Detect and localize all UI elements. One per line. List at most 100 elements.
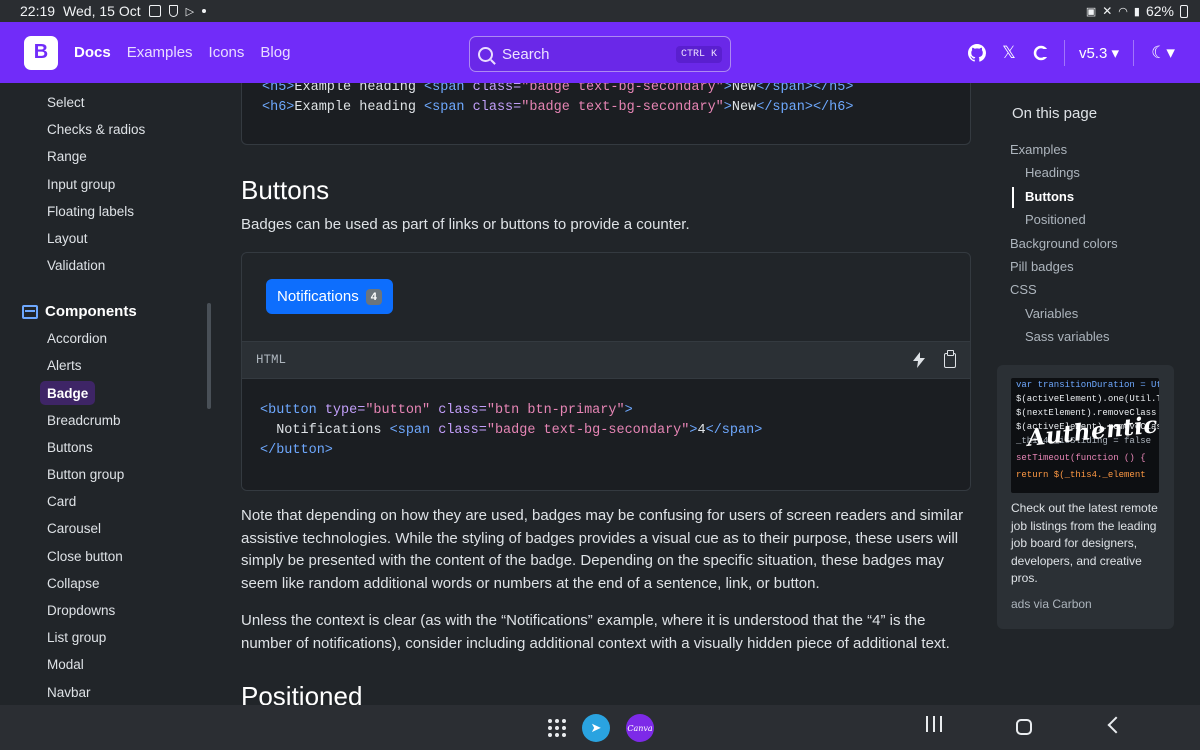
example-code: <button type="button" class="btn btn-pri…	[242, 379, 970, 490]
ad-text[interactable]: Check out the latest remote job listings…	[1011, 500, 1163, 588]
code-line-3: </button>	[260, 443, 333, 458]
navbar: B Docs Examples Icons Blog Search CTRL K…	[0, 22, 1200, 83]
mute-icon: ✕	[1102, 4, 1113, 18]
notifications-badge: 4	[365, 288, 382, 305]
sidebar-item-dropdowns[interactable]: Dropdowns	[40, 598, 122, 622]
main-content: <h5>Example heading <span class="badge t…	[241, 83, 971, 705]
toc-link-variables[interactable]: Variables	[1025, 306, 1078, 321]
sidebar-item-card[interactable]: Card	[40, 489, 83, 513]
ad-code-line: setTimeout(function () {	[1016, 453, 1146, 463]
toc-link-sass-variables[interactable]: Sass variables	[1025, 329, 1110, 344]
ad-code-line: return $(_this4._element	[1016, 470, 1146, 480]
sidebar-item-accordion[interactable]: Accordion	[40, 326, 114, 350]
toc-link-pill-badges[interactable]: Pill badges	[1010, 259, 1074, 274]
canva-icon[interactable]: Canva	[626, 714, 654, 742]
ad-code-line: $(activeElement).one(Util.TRAN	[1016, 394, 1159, 404]
status-date: Wed, 15 Oct	[63, 3, 141, 19]
notifications-button[interactable]: Notifications 4	[266, 279, 393, 314]
nav-link-examples[interactable]: Examples	[127, 44, 193, 61]
sidebar-item-validation[interactable]: Validation	[40, 253, 112, 277]
home-button[interactable]	[1016, 719, 1032, 735]
opencollective-icon[interactable]	[1032, 44, 1050, 62]
code-line-h5: <h5>Example heading <span class="badge t…	[262, 83, 854, 95]
toc-title: On this page	[1012, 105, 1098, 122]
search-button[interactable]: Search CTRL K	[469, 36, 731, 72]
ad-via-carbon[interactable]: ads via Carbon	[1011, 597, 1092, 611]
sidebar-item-list-group[interactable]: List group	[40, 625, 113, 649]
paragraph-context: Unless the context is clear (as with the…	[241, 612, 950, 652]
paragraph-accessibility: Note that depending on how they are used…	[241, 507, 964, 592]
toc-link-css[interactable]: CSS	[1010, 282, 1037, 297]
status-time: 22:19	[20, 3, 56, 19]
signal-icon: ▮	[1133, 5, 1140, 18]
sidebar-scrollbar[interactable]	[207, 303, 211, 409]
sidebar-item-checks-radios[interactable]: Checks & radios	[40, 117, 152, 141]
example-panel: Notifications 4 HTML <button type="butto…	[241, 252, 971, 491]
back-button[interactable]	[1107, 716, 1125, 734]
more-notifications-icon	[202, 9, 207, 13]
toc-link-positioned[interactable]: Positioned	[1025, 212, 1086, 227]
github-icon[interactable]	[967, 43, 986, 62]
section-heading-buttons: Buttons	[241, 175, 330, 205]
gallery-icon	[148, 5, 161, 17]
nav-divider	[1063, 39, 1065, 66]
copy-icon[interactable]	[944, 349, 956, 368]
components-icon	[22, 304, 38, 319]
x-icon[interactable]: 𝕏	[1000, 43, 1018, 62]
battery-level: 62%	[1145, 3, 1174, 19]
code-line-2: Notifications <span class="badge text-bg…	[260, 423, 763, 438]
sidebar-item-navbar[interactable]: Navbar	[40, 680, 98, 704]
sidebar-item-carousel[interactable]: Carousel	[40, 516, 108, 540]
wifi-icon: ◠	[1118, 5, 1128, 18]
telegram-icon[interactable]: ➤	[582, 714, 610, 742]
code-block-headings: <h5>Example heading <span class="badge t…	[241, 83, 971, 145]
sidebar-item-layout[interactable]: Layout	[40, 226, 95, 250]
nav-link-icons[interactable]: Icons	[209, 44, 245, 61]
sidebar: Select Checks & radios Range Input group…	[0, 83, 215, 705]
nav-link-docs[interactable]: Docs	[74, 44, 111, 61]
code-toolbar: HTML	[242, 341, 970, 379]
bootstrap-logo[interactable]: B	[24, 35, 58, 70]
app-drawer-icon[interactable]	[548, 719, 566, 737]
carbon-ad[interactable]: var transitionDuration = Util $(activeEl…	[997, 365, 1174, 629]
sidebar-group-label: Components	[45, 303, 137, 320]
sidebar-item-modal[interactable]: Modal	[40, 652, 91, 676]
sidebar-group-components[interactable]: Components	[22, 303, 137, 320]
toc-link-headings[interactable]: Headings	[1025, 165, 1080, 180]
lock-icon: ▣	[1085, 5, 1097, 18]
recents-button[interactable]	[926, 716, 942, 734]
system-navigation-bar: ➤ Canva	[0, 705, 1200, 750]
section-heading-positioned: Positioned	[241, 681, 363, 705]
toc-link-examples[interactable]: Examples	[1010, 142, 1067, 157]
sidebar-item-badge[interactable]: Badge	[40, 381, 96, 405]
sidebar-item-buttons[interactable]: Buttons	[40, 435, 100, 459]
sidebar-item-button-group[interactable]: Button group	[40, 462, 131, 486]
sidebar-item-input-group[interactable]: Input group	[40, 172, 122, 196]
play-store-icon: ▷	[185, 5, 195, 18]
sidebar-item-breadcrumb[interactable]: Breadcrumb	[40, 408, 128, 432]
status-bar: 22:19 Wed, 15 Oct ▷ ▣ ✕ ◠ ▮ 62%	[0, 0, 1200, 22]
toc-link-background-colors[interactable]: Background colors	[1010, 236, 1118, 251]
stackblitz-icon[interactable]	[912, 352, 926, 368]
theme-toggle-icon[interactable]: ☾▾	[1148, 43, 1178, 62]
section-lead: Badges can be used as part of links or b…	[241, 216, 690, 233]
code-line-h6: <h6>Example heading <span class="badge t…	[262, 100, 854, 115]
sidebar-item-alerts[interactable]: Alerts	[40, 353, 89, 377]
ad-image[interactable]: var transitionDuration = Util $(activeEl…	[1011, 378, 1159, 493]
sidebar-item-select[interactable]: Select	[40, 90, 92, 114]
sidebar-item-close-button[interactable]: Close button	[40, 544, 130, 568]
sidebar-item-collapse[interactable]: Collapse	[40, 571, 107, 595]
nav-link-blog[interactable]: Blog	[260, 44, 290, 61]
search-shortcut: CTRL K	[675, 45, 722, 63]
bookmark-icon	[168, 5, 178, 17]
version-dropdown[interactable]: v5.3 ▾	[1079, 44, 1119, 62]
nav-divider	[1133, 39, 1134, 66]
example-demo: Notifications 4	[242, 253, 970, 341]
ad-code-line: var transitionDuration = Util	[1016, 380, 1159, 390]
code-line-1: <button type="button" class="btn btn-pri…	[260, 403, 633, 418]
toc-active-marker	[1012, 187, 1014, 208]
sidebar-item-range[interactable]: Range	[40, 144, 94, 168]
toc-link-buttons[interactable]: Buttons	[1025, 189, 1074, 204]
sidebar-item-floating-labels[interactable]: Floating labels	[40, 199, 141, 223]
search-placeholder: Search	[502, 45, 550, 63]
